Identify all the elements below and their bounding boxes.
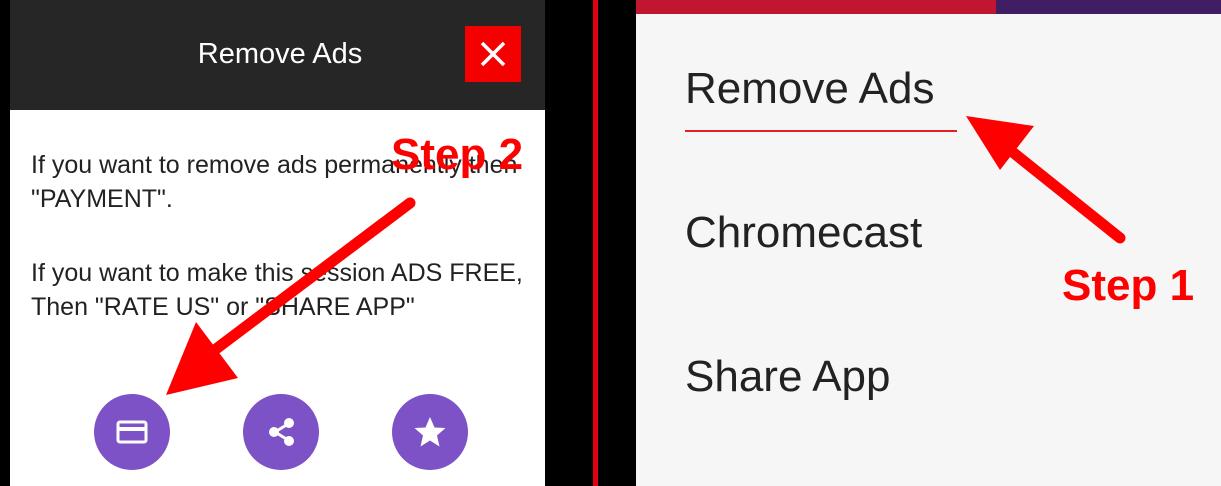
step2-arrow — [166, 197, 416, 395]
annotation-arrows — [166, 116, 1126, 395]
step2-label: Step 2 — [391, 130, 524, 179]
step1-arrow — [966, 116, 1126, 244]
step1-label: Step 1 — [1062, 261, 1195, 310]
